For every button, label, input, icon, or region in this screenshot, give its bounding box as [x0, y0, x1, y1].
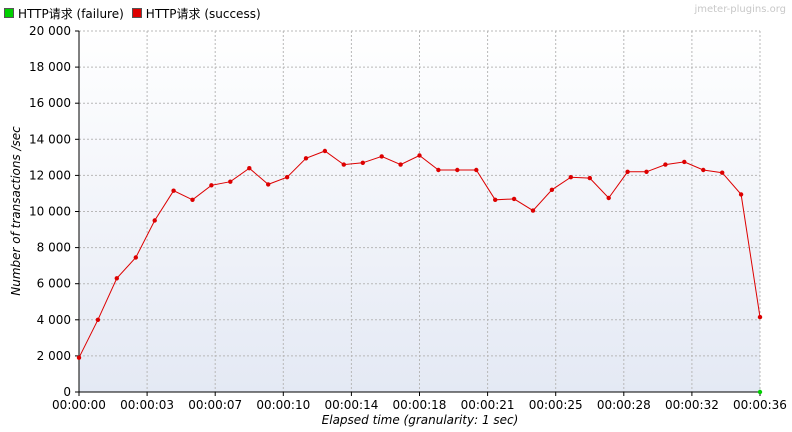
data-point [171, 188, 176, 193]
x-tick-label: 00:00:32 [665, 398, 719, 412]
y-tick-label: 8 000 [37, 241, 71, 255]
data-point [549, 187, 555, 192]
y-tick-label: 12 000 [29, 168, 71, 182]
data-point [152, 218, 157, 223]
x-tick-label: 00:00:14 [324, 398, 378, 412]
data-point [720, 170, 725, 175]
data-point [209, 183, 214, 188]
data-point [247, 166, 252, 171]
x-axis-ticks: 00:00:00 00:00:03 00:00:07 00:00:10 00:00:14… [52, 392, 787, 412]
legend-swatch-failure [4, 8, 14, 18]
watermark: jmeter-plugins.org [694, 4, 786, 15]
legend-item-failure: HTTP请求 (failure) [4, 5, 124, 22]
data-point [417, 153, 422, 158]
data-point [625, 169, 630, 174]
data-point [663, 162, 668, 167]
x-tick-label: 00:00:18 [393, 398, 447, 412]
y-axis-title: Number of transactions /sec [9, 126, 23, 296]
data-point [757, 389, 763, 395]
data-point [303, 156, 309, 161]
y-tick-label: 14 000 [29, 132, 71, 146]
data-point [76, 355, 82, 360]
data-point [133, 255, 138, 260]
data-point [511, 196, 517, 202]
y-tick-label: 6 000 [37, 277, 71, 291]
data-point [398, 162, 403, 167]
data-point [701, 167, 706, 173]
data-point [644, 169, 649, 174]
y-tick-label: 0 [63, 385, 71, 399]
y-tick-label: 20 000 [29, 24, 71, 38]
x-tick-label: 00:00:00 [52, 398, 106, 412]
y-tick-label: 4 000 [37, 313, 71, 327]
data-point [322, 148, 328, 154]
data-point [587, 175, 592, 181]
x-tick-label: 00:00:21 [461, 398, 515, 412]
data-point [341, 162, 346, 167]
data-point [266, 182, 271, 187]
legend-swatch-success [131, 8, 142, 18]
legend: HTTP请求 (failure) HTTP请求 (success) [4, 5, 261, 21]
data-point [455, 167, 460, 173]
x-tick-label: 00:00:36 [733, 398, 787, 412]
data-point [757, 314, 763, 320]
x-tick-label: 00:00:25 [529, 398, 583, 412]
data-point [284, 175, 290, 180]
legend-item-success: HTTP请求 (success) [131, 5, 261, 22]
data-point [379, 154, 384, 159]
data-point [606, 195, 611, 201]
data-point [360, 160, 365, 165]
x-tick-label: 00:00:03 [120, 398, 174, 412]
data-point [530, 208, 536, 213]
legend-label-failure: HTTP请求 (failure) [18, 6, 124, 21]
y-tick-label: 2 000 [37, 349, 71, 363]
data-point [228, 179, 233, 184]
data-point [738, 192, 744, 197]
x-tick-label: 00:00:28 [597, 398, 651, 412]
data-point [474, 167, 479, 173]
data-point [682, 159, 687, 165]
legend-label-success: HTTP请求 (success) [145, 6, 261, 21]
y-axis-ticks: 0 2 000 4 000 6 000 8 000 10 000 12 000 14 000 1… [29, 24, 79, 399]
y-tick-label: 16 000 [29, 96, 71, 110]
data-point [190, 197, 195, 202]
data-point [95, 317, 101, 322]
x-tick-label: 00:00:07 [188, 398, 242, 412]
data-point [493, 197, 498, 202]
y-tick-label: 18 000 [29, 60, 71, 74]
data-point [114, 276, 120, 281]
chart: 0 2 000 4 000 6 000 8 000 10 000 12 000 14 000 1… [9, 24, 787, 427]
x-tick-label: 00:00:10 [256, 398, 310, 412]
x-axis-title: Elapsed time (granularity: 1 sec) [322, 413, 519, 427]
data-point [436, 167, 441, 173]
data-point [568, 175, 573, 180]
y-tick-label: 10 000 [29, 205, 71, 219]
